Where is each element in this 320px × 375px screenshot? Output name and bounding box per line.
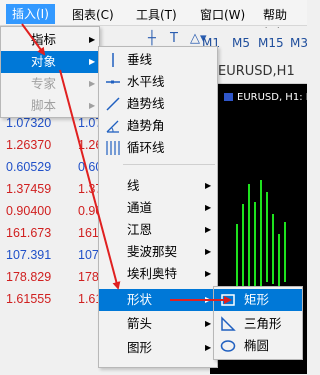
menu-item-trend-angle[interactable]: 趋势角 [99,115,217,137]
candle [260,180,262,290]
chevron-right-icon: ▶ [89,35,96,44]
menu-item-rectangle[interactable]: 矩形 [214,289,302,311]
menu-insert[interactable]: 插入(I) [6,4,55,24]
menu-item-indicators[interactable]: 指标 ▶ [1,29,99,51]
text-tool-icon[interactable]: T [170,31,178,46]
menu-item-elliott[interactable]: 埃利奥特 ▶ [99,263,217,285]
candle [272,214,274,284]
trendline-icon [106,97,120,111]
price-cell[interactable]: 178.8 [72,266,100,288]
price-cell[interactable]: 1.374 [72,178,100,200]
price-cell[interactable]: 1.26370 [0,134,72,156]
price-cell[interactable]: 0.904 [72,200,100,222]
horizontal-line-icon [106,80,120,84]
menu-item-cycle-lines[interactable]: 循环线 [99,137,217,159]
menu-bar: 插入(I) 图表(C) 工具(T) 窗口(W) 帮助(H) [0,0,307,40]
candle [266,192,268,282]
menu-item-horizontal-line[interactable]: 水平线 [99,71,217,93]
rectangle-icon [221,294,235,306]
price-cell[interactable]: 178.829 [0,266,72,288]
menu-item-graphics[interactable]: 图形 ▶ [99,337,217,359]
timeframe-m15[interactable]: M15 [258,36,284,50]
timeframe-m5[interactable]: M5 [232,36,250,50]
price-cell[interactable]: 107.391 [0,244,72,266]
price-cell[interactable]: 1.61555 [0,288,72,310]
symbol-flag-icon [224,93,233,101]
menu-item-objects[interactable]: 对象 ▶ [1,51,99,73]
chevron-right-icon: ▶ [205,319,212,328]
menu-item-gann[interactable]: 江恩 ▶ [99,219,217,241]
vertical-line-icon [112,53,114,67]
cycle-lines-icon [106,141,120,155]
menu-help[interactable]: 帮助(H) [259,6,307,40]
chart-title-text: EURUSD,H1 [218,64,295,79]
chart-window-title[interactable]: EURUSD,H1 [210,60,307,84]
chevron-right-icon: ▶ [89,101,96,110]
menu-item-scripts[interactable]: 脚本 ▶ [1,95,99,117]
chevron-right-icon: ▶ [205,269,212,278]
menu-window[interactable]: 窗口(W) [196,6,249,24]
chevron-right-icon: ▶ [205,203,212,212]
candle [284,222,286,282]
menu-separator [123,164,215,165]
menu-item-trendline[interactable]: 趋势线 [99,93,217,115]
objects-submenu: 垂线 水平线 趋势线 趋势角 循环线 线 ▶ 通道 ▶ 江恩 ▶ 斐波那契 ▶ … [98,46,218,368]
price-cell[interactable]: 161.673 [0,222,72,244]
price-cell[interactable]: 107.4 [72,244,100,266]
chart-caption: EURUSD, H1: Eu [224,92,307,103]
menu-item-experts[interactable]: 专家 ▶ [1,73,99,95]
menu-chart[interactable]: 图表(C) [68,6,118,24]
chevron-right-icon: ▶ [205,343,212,352]
price-cell[interactable]: 161.6 [72,222,100,244]
menu-item-arrows[interactable]: 箭头 ▶ [99,313,217,335]
menu-item-channels[interactable]: 通道 ▶ [99,197,217,219]
price-cell[interactable]: 1.615 [72,288,100,310]
chevron-right-icon: ▶ [205,295,212,304]
menu-item-lines[interactable]: 线 ▶ [99,175,217,197]
chevron-right-icon: ▶ [89,57,96,66]
market-watch-ask: 1.073 1.263 0.605 1.374 0.904 161.6 107.… [72,112,100,310]
price-cell[interactable]: 0.60529 [0,156,72,178]
insert-menu: 指标 ▶ 对象 ▶ 专家 ▶ 脚本 ▶ [0,26,100,118]
menu-item-shapes[interactable]: 形状 ▶ [99,289,217,311]
trend-angle-icon [106,120,119,133]
crosshair-tool-icon[interactable]: ┼ [148,31,156,46]
price-cell[interactable]: 1.37459 [0,178,72,200]
price-cell[interactable]: 0.605 [72,156,100,178]
price-cell[interactable]: 1.263 [72,134,100,156]
menu-item-vertical-line[interactable]: 垂线 [99,49,217,71]
shapes-submenu: 矩形 三角形 椭圆 [213,286,303,360]
chevron-right-icon: ▶ [205,225,212,234]
menu-item-fibonacci[interactable]: 斐波那契 ▶ [99,241,217,263]
chevron-right-icon: ▶ [205,181,212,190]
menu-item-ellipse[interactable]: 椭圆 [214,335,302,357]
market-watch-bid: 1.07320 1.26370 0.60529 1.37459 0.90400 … [0,112,72,310]
triangle-icon [221,316,236,331]
menu-tools[interactable]: 工具(T) [132,6,181,24]
price-cell[interactable]: 0.90400 [0,200,72,222]
chevron-right-icon: ▶ [205,247,212,256]
timeframe-m30[interactable]: M3 [290,36,308,50]
ellipse-icon [220,340,236,352]
chevron-right-icon: ▶ [89,79,96,88]
menu-item-triangle[interactable]: 三角形 [214,313,302,335]
